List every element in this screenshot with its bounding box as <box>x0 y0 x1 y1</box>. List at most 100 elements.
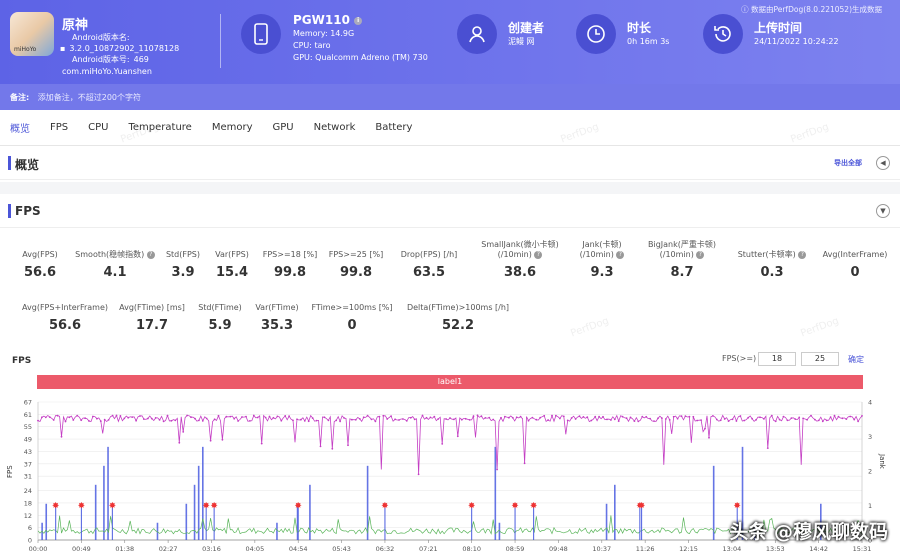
y2-tick-label: 2 <box>868 468 872 476</box>
source-watermark: 头条 @穆风聊数码 <box>729 521 888 543</box>
overview-section: 概览 导出全部 ◀ <box>0 146 900 180</box>
big-jank-marker: ✸ <box>210 502 218 512</box>
perfdog-watermark: PerfDog <box>569 315 611 340</box>
big-jank-marker: ✸ <box>109 502 117 512</box>
note-input[interactable]: 添加备注，不超过200个字符 <box>38 93 141 102</box>
android-version-name-label: Android版本名: <box>72 33 130 42</box>
help-icon[interactable]: ? <box>798 250 807 259</box>
help-icon[interactable]: ? <box>146 250 155 259</box>
report-header: miHoYo 原神 Android版本名: ▪ 3.2.0_10872902_1… <box>0 0 900 110</box>
big-jank-marker: ✸ <box>468 502 476 512</box>
fps-title: FPS <box>15 204 41 218</box>
x-tick-label: 05:43 <box>332 545 351 553</box>
big-jank-marker: ✸ <box>638 502 646 512</box>
jank-bar <box>45 503 48 540</box>
tab-network[interactable]: Network <box>314 112 356 143</box>
fps-threshold-input-2[interactable]: 25 <box>801 352 839 366</box>
chevron-down-icon[interactable]: ▼ <box>876 204 890 218</box>
jank-bar <box>614 484 616 540</box>
phone-icon <box>241 14 281 54</box>
x-tick-label: 12:15 <box>679 545 698 553</box>
creator-value: 泥鳗 网 <box>508 37 535 46</box>
android-version-code: 469 <box>133 55 149 64</box>
history-icon <box>703 14 743 54</box>
upload-title: 上传时间 <box>754 21 803 35</box>
stat-avg-fps: Avg(FPS) 56.6 <box>22 250 58 280</box>
app-name: 原神 <box>62 18 89 33</box>
y-tick-label: 55 <box>24 423 32 431</box>
big-jank-marker: ✸ <box>202 502 210 512</box>
big-jank-marker: ✸ <box>530 502 538 512</box>
y-tick-label: 6 <box>28 524 32 532</box>
jank-bar <box>107 446 109 540</box>
fps-section: FPS ▼ <box>0 194 900 228</box>
tab-fps[interactable]: FPS <box>50 112 68 143</box>
info-icon[interactable]: i <box>354 16 363 25</box>
creator-info: 创建者 泥鳗 网 <box>508 22 544 48</box>
duration-info: 时长 0h 16m 3s <box>627 22 669 48</box>
device-cpu: CPU: taro <box>293 41 331 50</box>
jank-bar <box>276 522 278 540</box>
app-meta: Android版本名: ▪ 3.2.0_10872902_11078128 An… <box>60 32 179 65</box>
x-tick-label: 00:00 <box>29 545 48 553</box>
help-icon[interactable]: ? <box>616 250 625 259</box>
y2-tick-label: 4 <box>868 399 872 407</box>
android-version-code-label: Android版本号: <box>72 55 130 64</box>
y-tick-label: 31 <box>24 473 32 481</box>
tab-cpu[interactable]: CPU <box>88 112 108 143</box>
jank-bar <box>712 465 715 540</box>
tab-memory[interactable]: Memory <box>212 112 253 143</box>
y-tick-label: 37 <box>24 460 32 468</box>
app-package: com.miHoYo.Yuanshen <box>62 67 152 76</box>
y-tick-label: 18 <box>24 499 32 507</box>
y-tick-label: 0 <box>28 537 32 545</box>
header-divider <box>220 14 221 68</box>
tab-battery[interactable]: Battery <box>375 112 412 143</box>
app-icon: miHoYo <box>10 12 54 56</box>
section-gap <box>0 182 900 194</box>
y2-axis-label: Jank <box>878 453 886 470</box>
stat-fps-gte-18: FPS>=18 [%] 99.8 <box>262 250 318 280</box>
note-label: 备注: <box>10 93 30 102</box>
tab-gpu[interactable]: GPU <box>273 112 294 143</box>
y-axis-label: FPS <box>6 465 14 478</box>
jank-bar <box>202 446 204 540</box>
device-info: PGW110 i Memory: 14.9G CPU: taro GPU: Qu… <box>293 14 428 64</box>
label-bar[interactable]: label1 <box>37 375 863 389</box>
big-jank-marker: ✸ <box>294 502 302 512</box>
jank-bar <box>185 503 188 540</box>
stat-jank: Jank(卡顿) (/10min) ? 9.3 <box>572 240 632 280</box>
source-note: ⓘ 数据由PerfDog(8.0.221052)生成数据 <box>741 5 882 14</box>
y-tick-label: 61 <box>24 411 32 419</box>
x-tick-label: 01:38 <box>115 545 134 553</box>
x-tick-label: 15:31 <box>853 545 872 553</box>
x-tick-label: 08:59 <box>506 545 525 553</box>
help-icon[interactable]: ? <box>534 250 543 259</box>
note-bar[interactable]: 备注: 添加备注，不超过200个字符 <box>0 84 900 110</box>
confirm-button[interactable]: 确定 <box>848 354 864 365</box>
big-jank-marker: ✸ <box>733 502 741 512</box>
export-all-link[interactable]: 导出全部 <box>834 158 862 168</box>
help-icon[interactable]: ? <box>696 250 705 259</box>
stat-avg-ftime: Avg(FTime) [ms] 17.7 <box>119 303 185 333</box>
clock-icon <box>576 14 616 54</box>
x-tick-label: 10:37 <box>592 545 611 553</box>
x-tick-label: 06:32 <box>376 545 395 553</box>
app-icon-caption: miHoYo <box>14 46 37 53</box>
x-tick-label: 07:21 <box>419 545 438 553</box>
y-tick-label: 12 <box>24 512 32 520</box>
stat-big-jank: BigJank(严重卡顿) (/10min) ? 8.7 <box>648 240 716 280</box>
jank-bar <box>94 484 97 540</box>
collapse-left-icon[interactable]: ◀ <box>876 156 890 170</box>
x-tick-label: 11:26 <box>636 545 655 553</box>
section-accent <box>8 156 11 170</box>
android-version-name: 3.2.0_10872902_11078128 <box>69 44 180 53</box>
section-accent <box>8 204 11 218</box>
overview-title: 概览 <box>15 158 40 172</box>
tab-overview[interactable]: 概览 <box>10 110 30 145</box>
fps-threshold-input-1[interactable]: 18 <box>758 352 796 366</box>
x-tick-label: 04:54 <box>289 545 308 553</box>
x-tick-label: 08:10 <box>462 545 481 553</box>
device-name: PGW110 <box>293 13 350 27</box>
stat-var-fps: Var(FPS) 15.4 <box>215 250 249 280</box>
